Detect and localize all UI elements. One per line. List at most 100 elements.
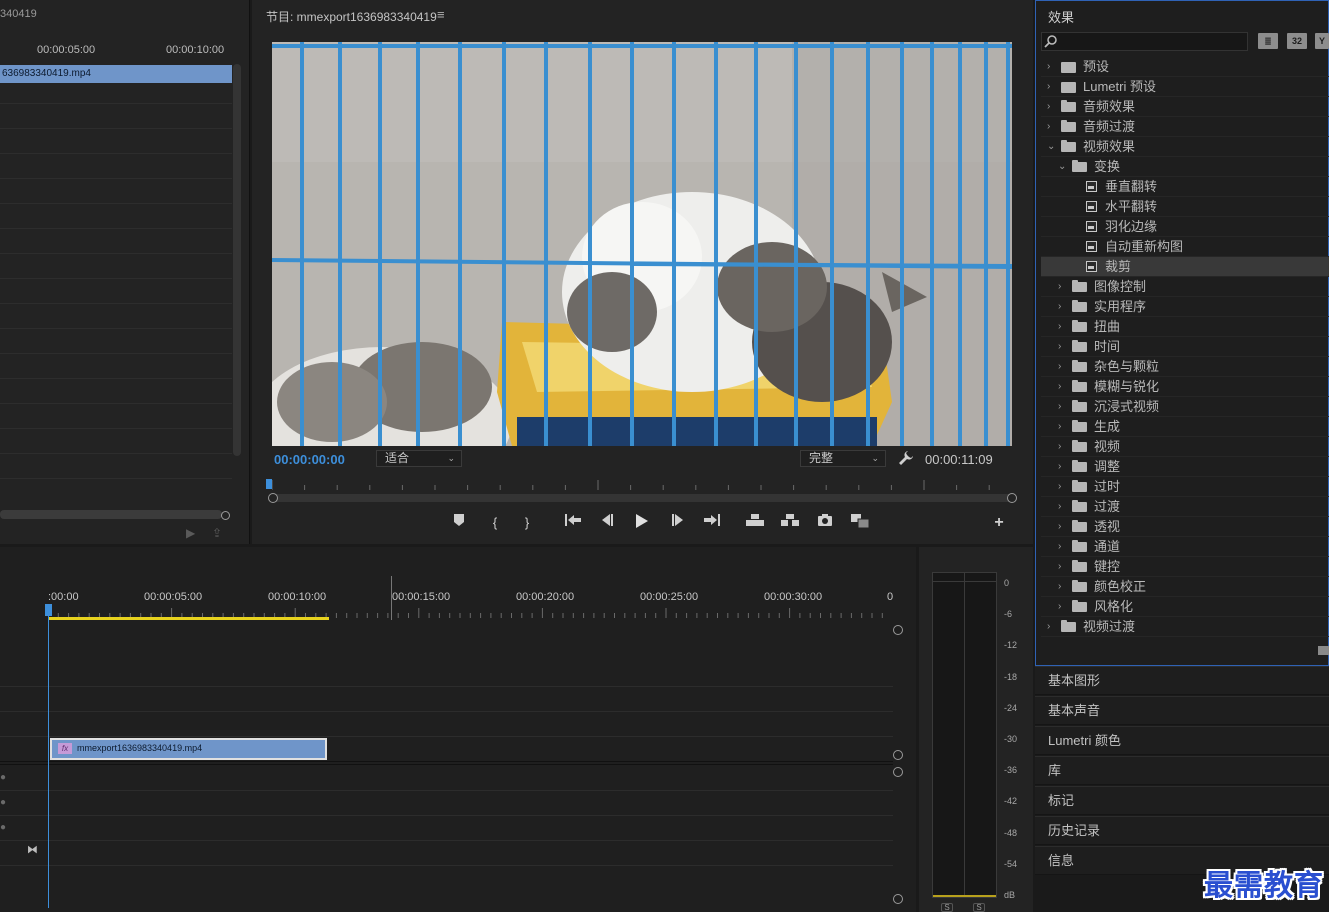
effects-tree-item[interactable]: › 视频 (1041, 437, 1329, 457)
32-bit-effects-icon[interactable]: 32 (1287, 33, 1307, 49)
source-vertical-scrollbar[interactable] (233, 64, 241, 456)
new-bin-icon[interactable] (1318, 646, 1329, 655)
source-horizontal-scrollbar[interactable] (0, 510, 222, 519)
program-time-ruler[interactable] (272, 478, 1012, 490)
effects-tree-item[interactable]: › 过渡 (1041, 497, 1329, 517)
chevron-right-icon[interactable]: › (1058, 577, 1068, 596)
chevron-right-icon[interactable]: › (1047, 57, 1057, 76)
program-monitor-title[interactable]: 节目: mmexport1636983340419 (266, 8, 437, 25)
effects-tree-item[interactable]: › 沉浸式视频 (1041, 397, 1329, 417)
play-icon[interactable] (632, 514, 652, 532)
effects-tree-item[interactable]: 羽化边缘 (1041, 217, 1329, 237)
master-track-icon[interactable]: ⧓ (27, 843, 38, 856)
chevron-right-icon[interactable]: › (1058, 597, 1068, 616)
microphone-icon[interactable]: ● (0, 822, 8, 833)
effects-tree-item[interactable]: › 音频过渡 (1041, 117, 1329, 137)
playback-resolution-select[interactable]: 完整 ⌄ (800, 450, 886, 467)
step-back-icon[interactable] (597, 514, 617, 532)
effects-tree-item[interactable]: › 视频过渡 (1041, 617, 1329, 637)
chevron-right-icon[interactable]: › (1047, 117, 1057, 136)
microphone-icon[interactable]: ● (0, 772, 8, 783)
video-tracks-zoom-handle[interactable] (893, 625, 903, 635)
chevron-right-icon[interactable]: › (1058, 297, 1068, 316)
chevron-right-icon[interactable]: › (1058, 397, 1068, 416)
mark-out-icon[interactable]: } (517, 514, 537, 532)
chevron-right-icon[interactable]: › (1058, 437, 1068, 456)
collapsed-panel-tab[interactable]: 基本声音 (1035, 696, 1329, 725)
work-area-bar[interactable] (48, 617, 329, 620)
export-icon[interactable]: ⇪ (212, 526, 222, 540)
go-to-out-icon[interactable] (702, 514, 722, 532)
chevron-right-icon[interactable]: › (1058, 277, 1068, 296)
extract-icon[interactable] (780, 514, 800, 532)
add-button-icon[interactable]: + (989, 514, 1009, 532)
collapsed-panel-tab[interactable]: 基本图形 (1035, 666, 1329, 695)
effects-tree-item[interactable]: › 透视 (1041, 517, 1329, 537)
effects-tree-item[interactable]: › 键控 (1041, 557, 1329, 577)
chevron-right-icon[interactable]: › (1058, 357, 1068, 376)
effects-tree-item[interactable]: › 过时 (1041, 477, 1329, 497)
effects-tree-item[interactable]: › 颜色校正 (1041, 577, 1329, 597)
chevron-right-icon[interactable]: › (1047, 97, 1057, 116)
chevron-right-icon[interactable]: › (1058, 377, 1068, 396)
step-forward-icon[interactable] (668, 514, 688, 532)
add-marker-icon[interactable] (449, 514, 469, 532)
scrubber-start-handle[interactable] (268, 493, 278, 503)
effects-tree-item[interactable]: 裁剪 (1041, 257, 1329, 277)
source-zoom-handle[interactable] (221, 511, 230, 520)
effects-tree-item[interactable]: › 风格化 (1041, 597, 1329, 617)
audio-tracks-zoom-handle[interactable] (893, 894, 903, 904)
chevron-right-icon[interactable]: › (1058, 417, 1068, 436)
effects-tree-item[interactable]: › 调整 (1041, 457, 1329, 477)
effects-tree-item[interactable]: › Lumetri 预设 (1041, 77, 1329, 97)
effects-tree-item[interactable]: › 音频效果 (1041, 97, 1329, 117)
mark-in-icon[interactable]: { (485, 514, 505, 532)
effects-tree-item[interactable]: ⌄ 变换 (1041, 157, 1329, 177)
chevron-right-icon[interactable]: › (1058, 337, 1068, 356)
effects-tree-item[interactable]: › 通道 (1041, 537, 1329, 557)
collapsed-panel-tab[interactable]: 库 (1035, 756, 1329, 785)
effects-tree-item[interactable]: › 生成 (1041, 417, 1329, 437)
chevron-right-icon[interactable]: › (1058, 317, 1068, 336)
effects-tree-item[interactable]: › 模糊与锐化 (1041, 377, 1329, 397)
effects-tree-item[interactable]: 垂直翻转 (1041, 177, 1329, 197)
lift-icon[interactable] (745, 514, 765, 532)
chevron-right-icon[interactable]: › (1047, 77, 1057, 96)
chevron-right-icon[interactable]: › (1058, 517, 1068, 536)
wrench-icon[interactable] (898, 450, 914, 466)
chevron-right-icon[interactable]: › (1058, 457, 1068, 476)
go-to-in-icon[interactable] (563, 514, 583, 532)
solo-left-button[interactable]: S (941, 903, 953, 912)
accelerated-effects-icon[interactable]: ≣ (1258, 33, 1278, 49)
zoom-fit-select[interactable]: 适合 ⌄ (376, 450, 462, 467)
video-tracks-zoom-handle[interactable] (893, 750, 903, 760)
collapsed-panel-tab[interactable]: Lumetri 颜色 (1035, 726, 1329, 755)
timeline-clip[interactable]: fx mmexport1636983340419.mp4 (50, 738, 327, 760)
microphone-icon[interactable]: ● (0, 797, 8, 808)
effects-tree-item[interactable]: › 扭曲 (1041, 317, 1329, 337)
collapsed-panel-tab[interactable]: 历史记录 (1035, 816, 1329, 845)
hamburger-icon[interactable]: ≡ (437, 7, 445, 22)
collapsed-panel-tab[interactable]: 标记 (1035, 786, 1329, 815)
yuv-effects-icon[interactable]: Y (1315, 33, 1329, 49)
audio-tracks-zoom-handle[interactable] (893, 767, 903, 777)
export-frame-icon[interactable] (815, 514, 835, 532)
effects-panel-title[interactable]: 效果 (1048, 7, 1074, 26)
chevron-down-icon[interactable]: ⌄ (1047, 137, 1057, 156)
effects-tree-item[interactable]: 水平翻转 (1041, 197, 1329, 217)
chevron-right-icon[interactable]: › (1058, 537, 1068, 556)
chevron-right-icon[interactable]: › (1058, 477, 1068, 496)
effects-tree-item[interactable]: › 图像控制 (1041, 277, 1329, 297)
chevron-right-icon[interactable]: › (1047, 617, 1057, 636)
effects-tree-item[interactable]: › 预设 (1041, 57, 1329, 77)
insert-icon[interactable]: ▶ (186, 526, 195, 540)
chevron-down-icon[interactable]: ⌄ (1058, 157, 1068, 176)
scrubber-end-handle[interactable] (1007, 493, 1017, 503)
comparison-view-icon[interactable] (850, 514, 870, 532)
effects-tree-item[interactable]: ⌄ 视频效果 (1041, 137, 1329, 157)
solo-right-button[interactable]: S (973, 903, 985, 912)
program-scrubber[interactable] (272, 494, 1012, 502)
source-clip[interactable]: 636983340419.mp4 (0, 65, 232, 83)
effects-search-input[interactable] (1041, 32, 1248, 51)
program-playhead[interactable] (266, 479, 272, 489)
